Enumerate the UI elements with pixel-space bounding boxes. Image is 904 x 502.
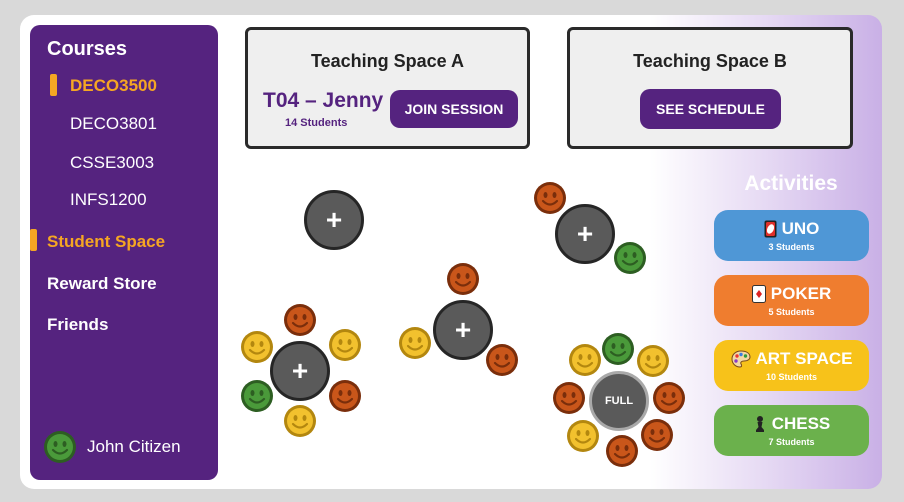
course-item-csse3003[interactable]: CSSE3003	[70, 153, 154, 173]
teaching-space-b-card: Teaching Space B SEE SCHEDULE	[567, 27, 853, 149]
activity-chess-count: 7 Students	[768, 437, 815, 447]
active-nav-marker	[30, 229, 37, 251]
student-avatar-icon	[566, 419, 600, 453]
student-avatar-icon	[240, 379, 274, 413]
student-avatar-icon	[283, 303, 317, 337]
join-session-button[interactable]: JOIN SESSION	[390, 90, 518, 128]
session-tutor: T04 – Jenny	[263, 89, 384, 112]
activity-chess-label-row: CHESS	[714, 414, 869, 434]
student-avatar-icon	[605, 434, 639, 468]
student-avatar-icon	[485, 343, 519, 377]
activity-chess-button[interactable]: CHESS 7 Students	[714, 405, 869, 456]
activities-title: Activities	[744, 172, 838, 195]
teaching-space-b-title: Teaching Space B	[633, 51, 787, 71]
student-avatar-icon	[533, 181, 567, 215]
student-avatar-icon	[601, 332, 635, 366]
student-avatar-icon	[398, 326, 432, 360]
student-avatar-icon	[652, 381, 686, 415]
user-profile[interactable]: John Citizen	[43, 430, 181, 464]
avatar	[43, 430, 77, 464]
uno-card-icon	[764, 220, 777, 238]
join-table-button[interactable]: +	[270, 341, 330, 401]
student-avatar-icon	[636, 344, 670, 378]
sidebar: Courses DECO3500 DECO3801 CSSE3003 INFS1…	[30, 25, 218, 480]
playing-card-icon	[751, 285, 766, 303]
teaching-space-a-card: Teaching Space A T04 – Jenny 14 Students…	[245, 27, 530, 149]
palette-icon	[730, 350, 751, 368]
active-course-marker	[50, 74, 57, 96]
table-full-indicator: FULL	[589, 371, 649, 431]
activity-art-space-button[interactable]: ART SPACE 10 Students	[714, 340, 869, 391]
activity-uno-label-row: UNO	[714, 219, 869, 239]
join-table-button[interactable]: +	[304, 190, 364, 250]
courses-heading: Courses	[47, 38, 128, 60]
teaching-space-a-title: Teaching Space A	[310, 51, 465, 71]
user-name: John Citizen	[87, 437, 181, 456]
chess-pawn-icon	[755, 416, 764, 432]
nav-reward-store[interactable]: Reward Store	[47, 274, 157, 294]
nav-friends[interactable]: Friends	[47, 315, 108, 335]
student-avatar-icon	[240, 330, 274, 364]
course-item-infs1200[interactable]: INFS1200	[70, 190, 147, 210]
join-table-button[interactable]: +	[433, 300, 493, 360]
activity-poker-button[interactable]: POKER 5 Students	[714, 275, 869, 326]
activity-poker-count: 5 Students	[768, 307, 815, 317]
student-avatar-icon	[613, 241, 647, 275]
student-avatar-icon	[552, 381, 586, 415]
student-avatar-icon	[283, 404, 317, 438]
session-student-count: 14 Students	[285, 117, 348, 129]
student-avatar-icon	[568, 343, 602, 377]
student-avatar-icon	[446, 262, 480, 296]
nav-student-space[interactable]: Student Space	[47, 232, 165, 252]
student-avatar-icon	[328, 328, 362, 362]
course-item-deco3500[interactable]: DECO3500	[70, 76, 157, 96]
activity-chess-name: CHESS	[771, 414, 831, 433]
activity-uno-count: 3 Students	[768, 242, 815, 252]
activity-art-space-label-row: ART SPACE	[714, 349, 869, 369]
smiley-avatar-icon	[44, 431, 76, 463]
activity-uno-name: UNO	[781, 219, 820, 238]
student-avatar-icon	[640, 418, 674, 452]
activity-poker-name: POKER	[770, 284, 832, 303]
activity-poker-label-row: POKER	[714, 284, 869, 304]
activity-uno-button[interactable]: UNO 3 Students	[714, 210, 869, 261]
see-schedule-button[interactable]: SEE SCHEDULE	[640, 89, 781, 129]
student-avatar-icon	[328, 379, 362, 413]
activity-art-space-name: ART SPACE	[755, 349, 853, 368]
join-table-button[interactable]: +	[555, 204, 615, 264]
activity-art-space-count: 10 Students	[765, 372, 817, 382]
course-item-deco3801[interactable]: DECO3801	[70, 114, 157, 134]
